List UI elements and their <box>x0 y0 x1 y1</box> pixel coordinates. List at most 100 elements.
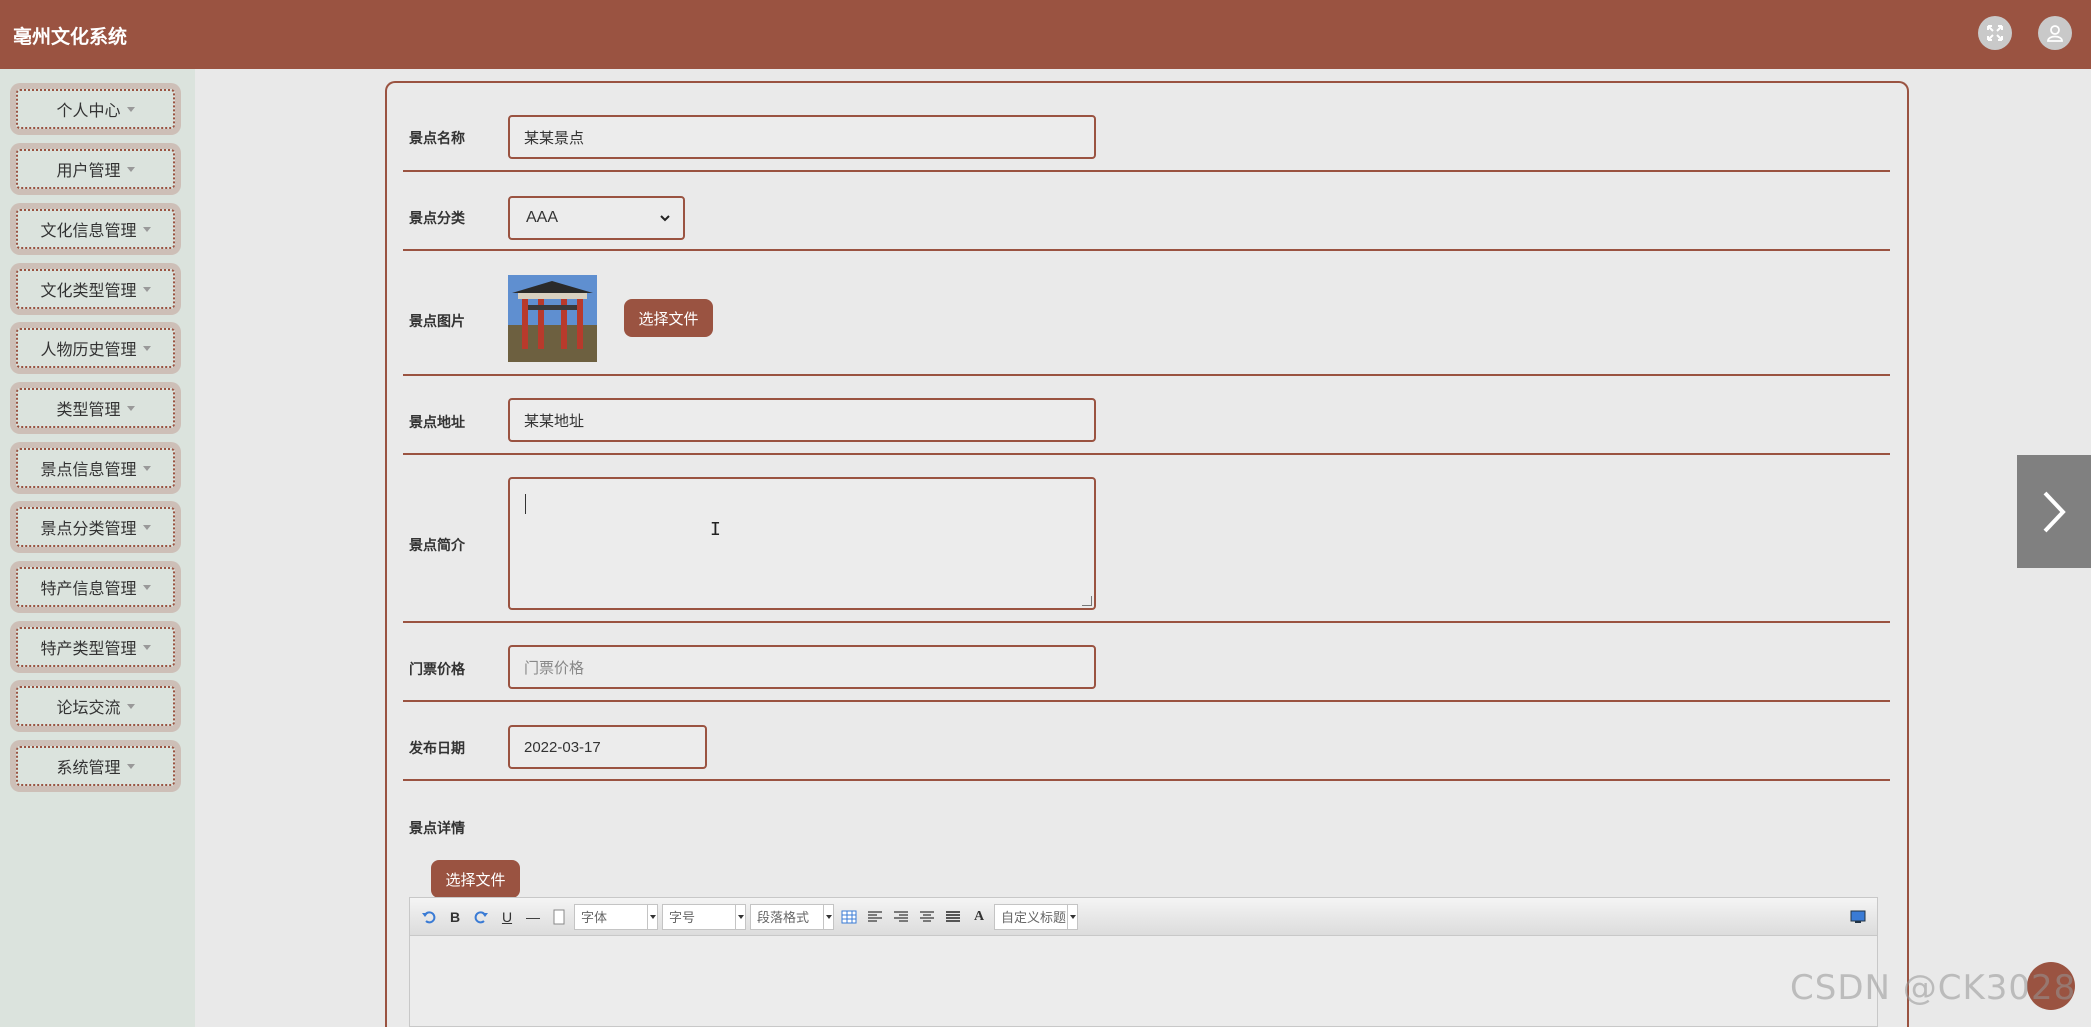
align-justify-button[interactable] <box>942 906 964 928</box>
name-label: 景点名称 <box>409 130 465 146</box>
category-select-value: AAA <box>526 209 559 226</box>
divider <box>403 453 1890 455</box>
sidebar-item-scenic-info[interactable]: 景点信息管理 <box>10 442 181 494</box>
chevron-down-icon <box>126 106 135 112</box>
insert-table-button[interactable] <box>838 906 860 928</box>
font-family-select[interactable]: 字体 <box>574 903 658 930</box>
chevron-down-icon <box>142 345 151 351</box>
font-color-button[interactable]: A <box>968 906 990 928</box>
sidebar-item-label: 系统管理 <box>56 760 121 777</box>
image-label: 景点图片 <box>409 313 465 329</box>
chevron-down-icon <box>126 763 135 769</box>
sidebar-item-label: 用户管理 <box>56 163 121 180</box>
divider <box>403 621 1890 623</box>
editor-toolbar: B U — 字体 字号 段落格式 A 自定义标题 <box>410 898 1877 936</box>
detail-choose-file-button[interactable]: 选择文件 <box>431 860 520 898</box>
monitor-icon <box>1850 910 1866 923</box>
undo-icon <box>422 910 436 923</box>
scenic-image-thumbnail <box>508 275 597 362</box>
next-page-button[interactable] <box>2017 455 2091 568</box>
sidebar-item-label: 景点分类管理 <box>40 521 137 538</box>
detail-label: 景点详情 <box>409 820 465 836</box>
gate-image <box>508 275 597 362</box>
table-icon <box>841 910 857 923</box>
sidebar: 个人中心 用户管理 文化信息管理 文化类型管理 人物历史管理 类型管理 景点信息… <box>0 69 195 1027</box>
align-right-button[interactable] <box>890 906 912 928</box>
chevron-down-icon <box>126 703 135 709</box>
chevron-down-icon <box>142 524 151 530</box>
preview-button[interactable] <box>1847 906 1869 928</box>
chevron-down-icon <box>823 904 833 929</box>
ticket-price-input[interactable]: 门票价格 <box>508 645 1096 689</box>
sidebar-item-label: 论坛交流 <box>56 700 121 717</box>
align-center-icon <box>920 910 934 922</box>
user-icon <box>2047 25 2063 42</box>
sidebar-item-label: 个人中心 <box>56 103 121 120</box>
sidebar-item-type-management[interactable]: 类型管理 <box>10 382 181 434</box>
divider <box>403 374 1890 376</box>
chevron-down-icon <box>142 286 151 292</box>
category-select[interactable]: AAA <box>508 196 685 240</box>
underline-button[interactable]: U <box>496 906 518 928</box>
sidebar-item-specialty-info[interactable]: 特产信息管理 <box>10 561 181 613</box>
sidebar-item-culture-info[interactable]: 文化信息管理 <box>10 203 181 255</box>
redo-button[interactable] <box>470 906 492 928</box>
sidebar-item-forum[interactable]: 论坛交流 <box>10 680 181 732</box>
chevron-right-icon <box>2043 491 2066 532</box>
sidebar-item-culture-type[interactable]: 文化类型管理 <box>10 263 181 315</box>
sidebar-item-label: 特产类型管理 <box>40 641 137 658</box>
app-title: 亳州文化系统 <box>13 27 128 48</box>
sidebar-item-scenic-category[interactable]: 景点分类管理 <box>10 501 181 553</box>
sidebar-item-system-management[interactable]: 系统管理 <box>10 740 181 792</box>
chevron-down-icon <box>142 465 151 471</box>
sidebar-item-personal-center[interactable]: 个人中心 <box>10 83 181 135</box>
custom-title-label: 自定义标题 <box>1001 910 1067 925</box>
font-size-label: 字号 <box>669 910 696 925</box>
chevron-down-icon <box>126 405 135 411</box>
undo-button[interactable] <box>418 906 440 928</box>
chevron-down-icon <box>1067 904 1077 929</box>
divider <box>403 170 1890 172</box>
address-label: 景点地址 <box>409 414 465 430</box>
category-label: 景点分类 <box>409 210 465 226</box>
scenic-name-input[interactable]: 某某景点 <box>508 115 1096 159</box>
chevron-down-icon <box>735 904 745 929</box>
sidebar-item-specialty-type[interactable]: 特产类型管理 <box>10 621 181 673</box>
sidebar-item-user-management[interactable]: 用户管理 <box>10 143 181 195</box>
top-header: 亳州文化系统 <box>0 0 2091 69</box>
sidebar-item-label: 人物历史管理 <box>40 342 137 359</box>
font-size-select[interactable]: 字号 <box>662 903 746 930</box>
sidebar-item-label: 景点信息管理 <box>40 462 137 479</box>
chevron-down-icon <box>660 215 670 222</box>
watermark: CSDN @CK3028 <box>1790 968 2077 1008</box>
divider <box>403 249 1890 251</box>
chevron-down-icon <box>647 904 657 929</box>
user-avatar-button[interactable] <box>2038 16 2072 50</box>
price-label: 门票价格 <box>409 661 465 677</box>
align-left-button[interactable] <box>864 906 886 928</box>
paragraph-format-label: 段落格式 <box>757 910 810 925</box>
intro-textarea[interactable]: I <box>508 477 1096 610</box>
bold-button[interactable]: B <box>444 906 466 928</box>
fullscreen-button[interactable] <box>1978 16 2012 50</box>
sidebar-item-label: 文化类型管理 <box>40 283 137 300</box>
divider <box>403 700 1890 702</box>
publish-date-input[interactable]: 2022-03-17 <box>508 725 707 769</box>
sidebar-item-people-history[interactable]: 人物历史管理 <box>10 322 181 374</box>
sidebar-item-label: 特产信息管理 <box>40 581 137 598</box>
ibeam-cursor-icon: I <box>710 519 721 540</box>
custom-title-select[interactable]: 自定义标题 <box>994 903 1078 930</box>
chevron-down-icon <box>142 644 151 650</box>
image-choose-file-button[interactable]: 选择文件 <box>624 299 713 337</box>
address-input[interactable]: 某某地址 <box>508 398 1096 442</box>
align-center-button[interactable] <box>916 906 938 928</box>
new-page-button[interactable] <box>548 906 570 928</box>
align-right-icon <box>894 910 908 922</box>
resize-handle-icon[interactable] <box>1082 596 1092 606</box>
text-cursor <box>525 494 526 514</box>
intro-label: 景点简介 <box>409 537 465 553</box>
align-justify-icon <box>946 910 960 922</box>
rich-text-editor: B U — 字体 字号 段落格式 A 自定义标题 <box>409 897 1878 1027</box>
horizontal-rule-button[interactable]: — <box>522 906 544 928</box>
paragraph-format-select[interactable]: 段落格式 <box>750 903 834 930</box>
